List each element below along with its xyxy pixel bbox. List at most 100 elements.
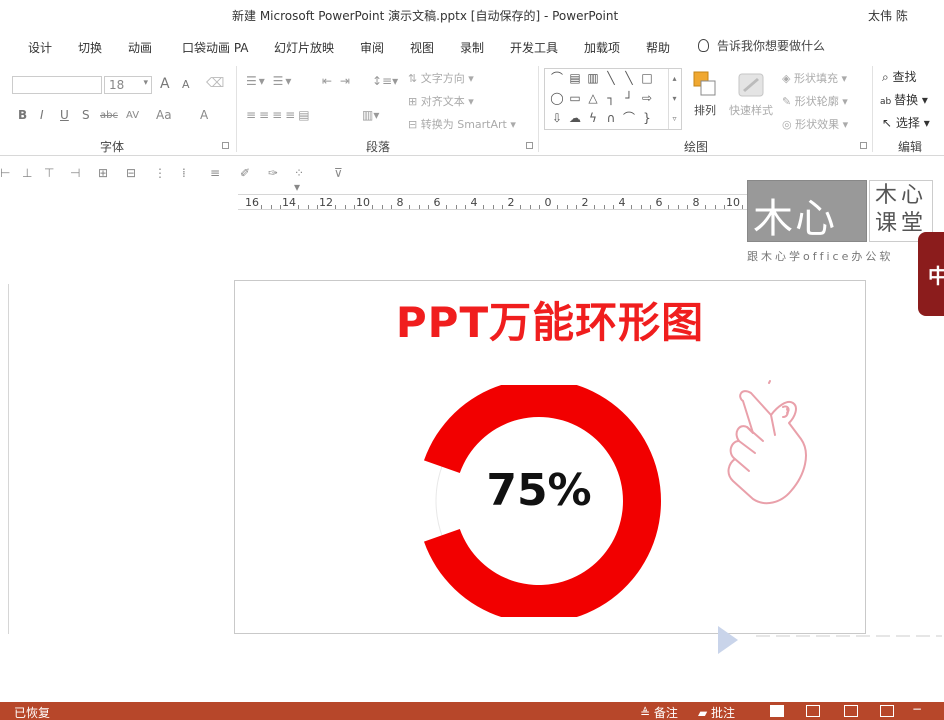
shape-vtextbox-icon[interactable]: ▥ [585,71,601,85]
align-text-label: 对齐文本 [420,95,465,108]
shape-arc-icon[interactable]: ⌒ [549,71,565,85]
align-text-button[interactable]: ⊞ 对齐文本 ▾ [408,93,474,109]
shape-oval-icon[interactable]: ◯ [549,91,565,105]
shape-connector-icon[interactable]: ┘ [621,91,637,105]
indent-buttons[interactable]: ⇤ ⇥ [322,74,352,88]
zoom-minus-button[interactable]: − [912,702,922,716]
reading-view-button[interactable] [844,705,858,717]
align-bottom-icon[interactable]: ⊟ [126,166,140,180]
brush-icon[interactable]: ✐ [240,166,254,180]
convert-smartart-button[interactable]: ⊟ 转换为 SmartArt ▾ [408,116,516,132]
distribute-v-icon[interactable]: ⁞ [182,166,196,180]
tab-pocket-animation[interactable]: 口袋动画 PA [182,39,249,56]
paragraph-dialog-launcher[interactable] [526,142,533,149]
line-spacing-button[interactable]: ↕≡▾ [372,74,398,88]
dots-icon[interactable]: ⁘▾ [294,166,308,194]
slide-sorter-button[interactable] [806,705,820,717]
group-separator [538,66,539,152]
percent-label[interactable]: 75% [465,465,613,516]
font-size-combo[interactable]: 18 ▾ [104,76,152,94]
ruler-tick [344,205,346,209]
align-center-icon[interactable]: ⊥ [22,166,36,180]
shape-textbox-icon[interactable]: ▤ [567,71,583,85]
shape-brace-icon[interactable]: } [639,111,655,125]
tab-addins[interactable]: 加载项 [584,39,620,56]
smartart-icon: ⊟ [408,118,421,131]
drawing-dialog-launcher[interactable] [860,142,867,149]
tab-animations[interactable]: 动画 [128,39,152,56]
shape-down-arrow-icon[interactable]: ⇩ [549,111,565,125]
tab-view[interactable]: 视图 [410,39,434,56]
shape-cloud-icon[interactable]: ☁ [567,111,583,125]
gallery-scroll[interactable]: ▴ ▾ ▿ [668,69,680,129]
shape-freeform-icon[interactable]: ⌒ [621,111,637,125]
user-name[interactable]: 太伟 陈 [868,7,908,24]
find-button[interactable]: ⌕ 查找 [882,68,917,85]
grow-font-button[interactable]: A [160,76,170,92]
bullets-button[interactable]: ☰▾ ☰▾ [246,74,293,88]
slide-title[interactable]: PPT万能环形图 [235,289,865,350]
shape-curve-icon[interactable]: ∩ [603,111,619,125]
stack-icon[interactable]: ≡ [210,166,224,180]
comments-button[interactable]: ▰ 批注 [698,704,735,720]
align-top-icon[interactable]: ⊣ [70,166,84,180]
shrink-font-button[interactable]: A [182,78,190,91]
customize-icon[interactable]: ⊽ [334,166,348,180]
align-left-icon[interactable]: ⊢ [0,166,14,180]
shape-triangle-icon[interactable]: △ [585,91,601,105]
tab-transitions[interactable]: 切换 [78,39,102,56]
shapes-gallery[interactable]: ⌒ ▤ ▥ ╲ ╲ □ ◯ ▭ △ ┐ ┘ ⇨ ⇩ ☁ ϟ ∩ ⌒ } ▴ ▾ ▿ [544,68,682,130]
italic-button[interactable]: I [40,108,44,122]
horizontal-ruler[interactable]: 16 14 12 10 8 6 4 2 0 2 4 6 8 10 [238,194,762,210]
align-middle-icon[interactable]: ⊞ [98,166,112,180]
shape-effects-label: 形状效果 [795,118,840,131]
char-spacing-button[interactable]: AV [126,110,139,121]
shape-outline-label: 形状轮廓 [794,95,839,108]
font-name-combo[interactable] [12,76,102,94]
shadow-button[interactable]: S [82,108,90,122]
shape-lightning-icon[interactable]: ϟ [585,111,601,125]
select-label: 选择 [895,116,920,130]
text-direction-button[interactable]: ⇅ 文字方向 ▾ [408,70,474,86]
clear-format-icon[interactable]: ⌫ [206,76,224,91]
replace-button[interactable]: ab 替换 ▾ [880,91,928,108]
tab-record[interactable]: 录制 [460,39,484,56]
align-right-icon[interactable]: ⊤ [44,166,58,180]
shape-arrow-icon[interactable]: ⇨ [639,91,655,105]
change-case-button[interactable]: Aa [156,108,172,122]
distribute-h-icon[interactable]: ⋮ [154,166,168,180]
notes-button[interactable]: ≜ 备注 [640,704,678,720]
eyedropper-icon[interactable]: ✑ [268,166,282,180]
vertical-ruler[interactable] [0,284,9,634]
font-color-button[interactable]: A [200,108,208,122]
select-button[interactable]: ↖ 选择 ▾ [882,114,930,131]
alignment-buttons[interactable]: ≡≡≡≡▤ [246,108,313,122]
tab-help[interactable]: 帮助 [646,39,670,56]
finger-heart-icon[interactable] [721,379,811,515]
shape-rect-icon[interactable]: □ [639,71,655,85]
tell-me-search[interactable]: 告诉我你想要做什么 [698,37,825,54]
side-tab[interactable]: 中 [918,232,944,316]
shape-line-icon[interactable]: ╲ [603,71,619,85]
columns-button[interactable]: ▥▾ [362,108,379,122]
normal-view-button[interactable] [770,705,784,717]
quick-styles-button[interactable]: 快速样式 [726,70,776,118]
shape-elbow-icon[interactable]: ┐ [603,91,619,105]
shape-line2-icon[interactable]: ╲ [621,71,637,85]
slideshow-view-button[interactable] [880,705,894,717]
shape-fill-button[interactable]: ◈ 形状填充 ▾ [782,70,847,86]
bold-button[interactable]: B [18,108,27,122]
font-dialog-launcher[interactable] [222,142,229,149]
strikethrough-button[interactable]: abc [100,110,118,121]
shape-rounded-rect-icon[interactable]: ▭ [567,91,583,105]
underline-button[interactable]: U [60,108,69,122]
arrange-button[interactable]: 排列 [688,70,722,118]
tab-design[interactable]: 设计 [28,39,52,56]
shape-effects-button[interactable]: ◎ 形状效果 ▾ [782,116,848,132]
shape-outline-button[interactable]: ✎ 形状轮廓 ▾ [782,93,848,109]
tab-developer[interactable]: 开发工具 [510,39,558,56]
tab-review[interactable]: 审阅 [360,39,384,56]
slide-canvas[interactable]: PPT万能环形图 75% [234,280,866,634]
tab-slideshow[interactable]: 幻灯片放映 [274,39,334,56]
ruler-mark: 14 [282,196,296,209]
